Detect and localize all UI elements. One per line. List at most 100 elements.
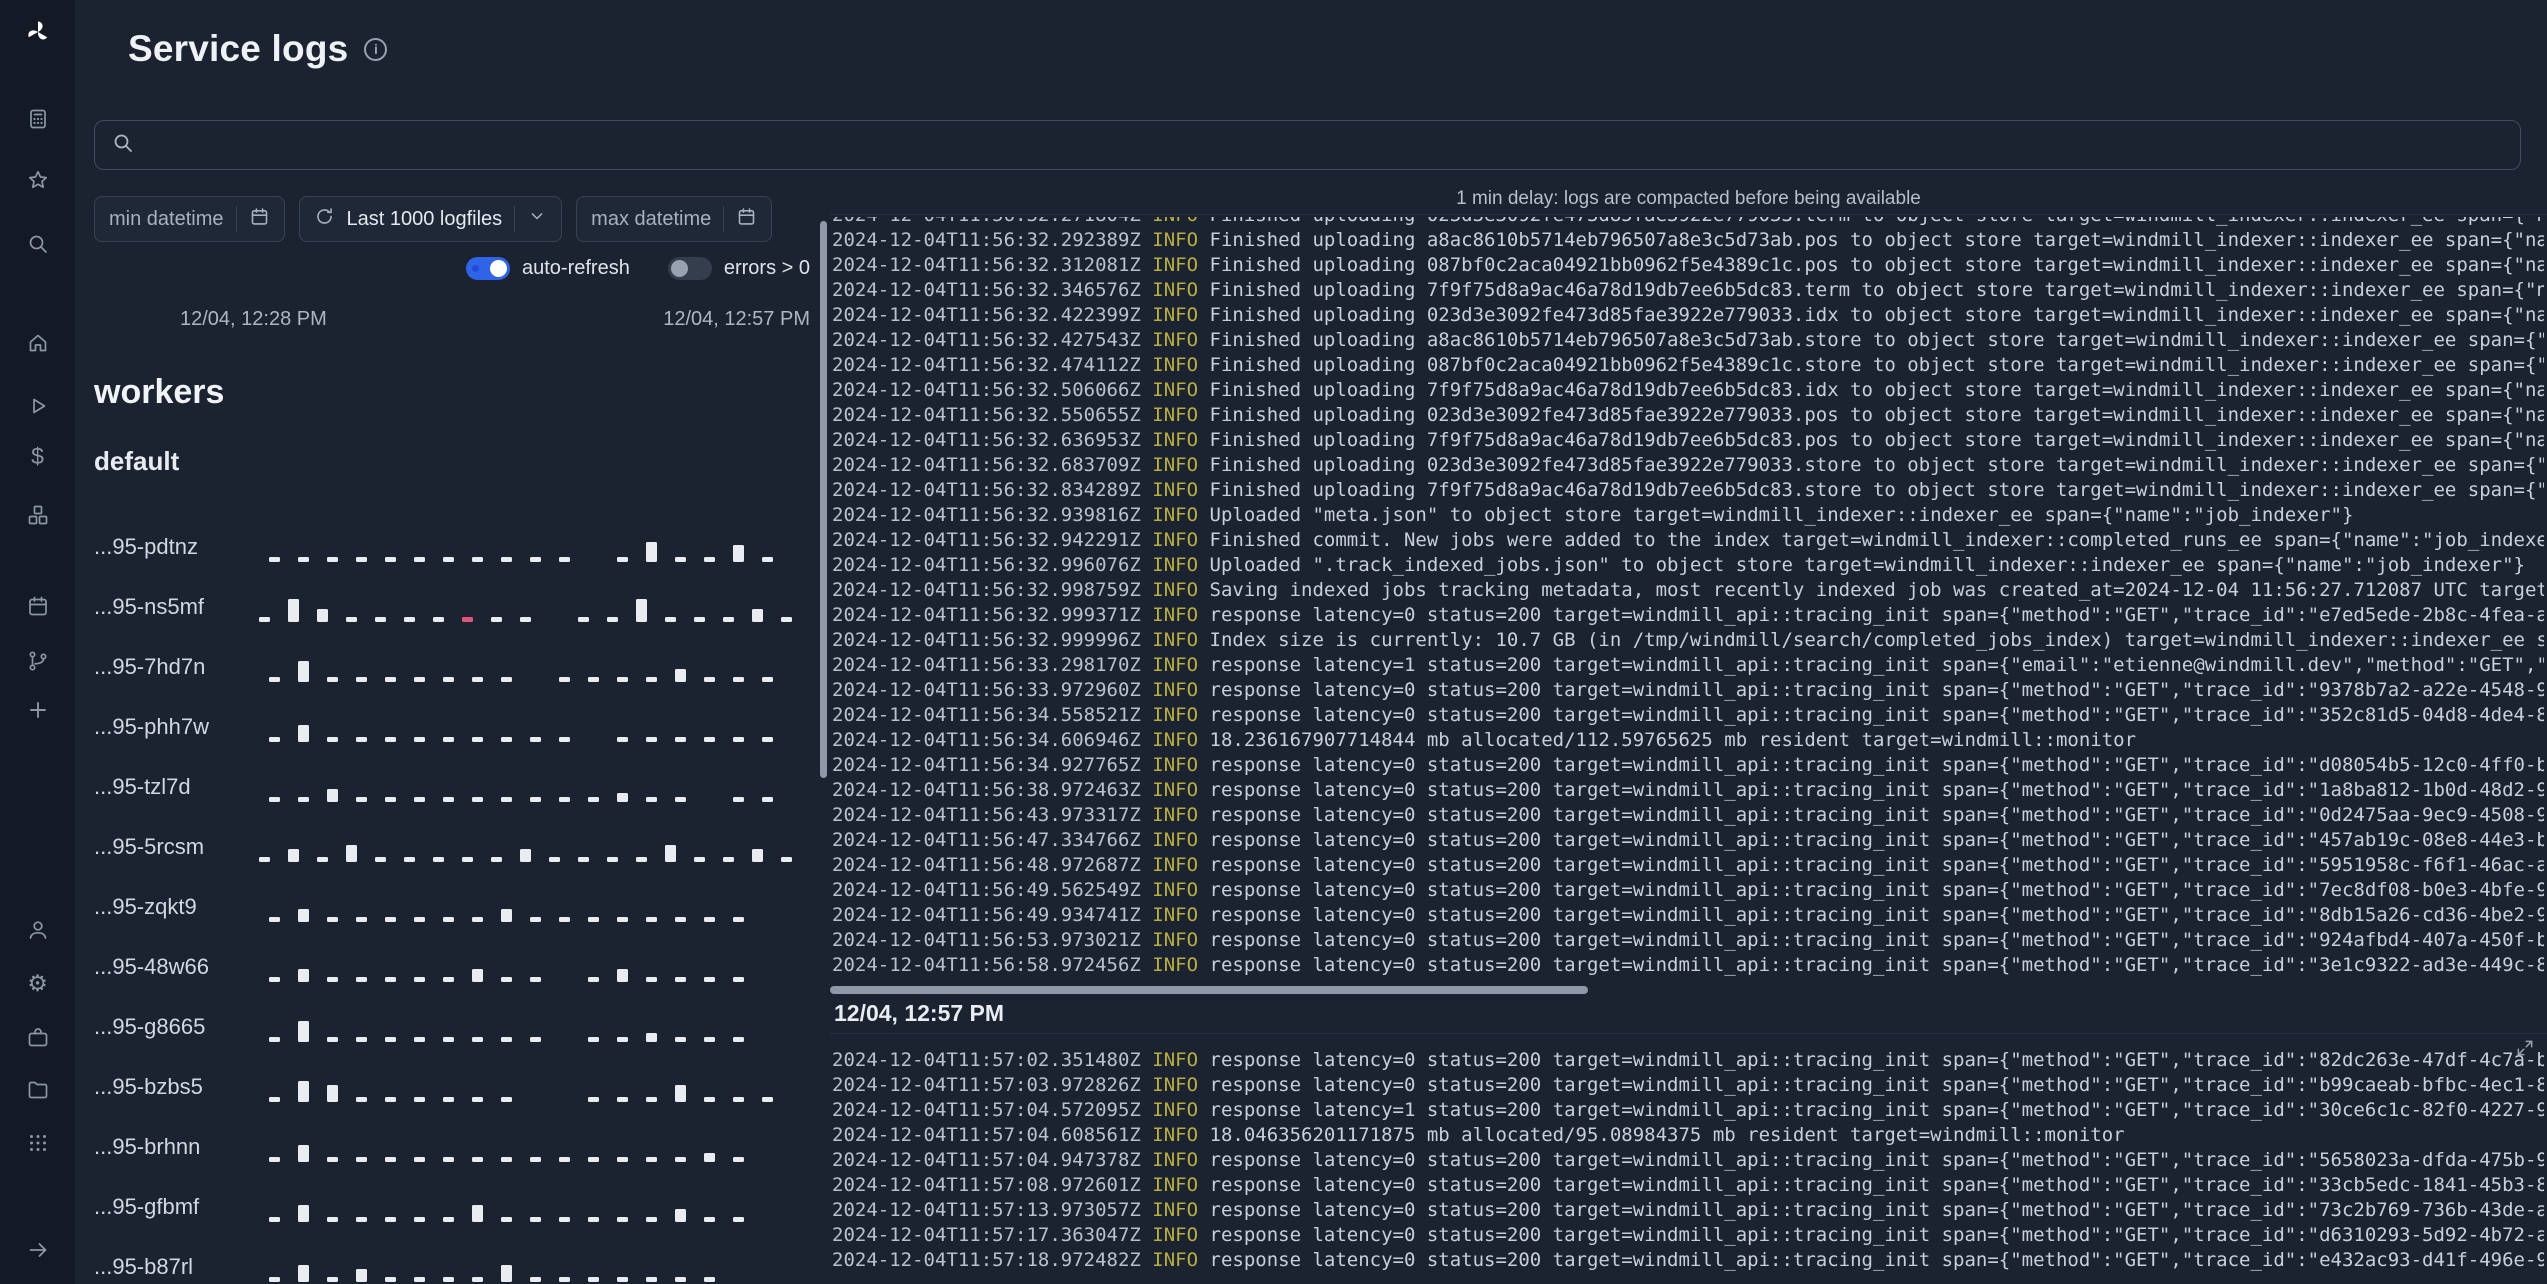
log-line: 2024-12-04T11:56:32.683709Z INFO Finishe… xyxy=(832,454,2544,476)
worker-group-name: default xyxy=(94,446,180,476)
worker-name: ...95-5rcsm xyxy=(94,834,205,859)
log-line: 2024-12-04T11:56:58.972456Z INFO respons… xyxy=(832,954,2544,976)
gear-icon[interactable]: ⚙ xyxy=(20,965,56,1001)
time-range-row: 12/04, 12:28 PM 12/04, 12:57 PM xyxy=(94,308,810,331)
log-line: 2024-12-04T11:57:18.972482Z INFO respons… xyxy=(832,1249,2544,1271)
worker-row[interactable]: ...95-tzl7d xyxy=(94,757,810,817)
worker-row[interactable]: ...95-7hd7n xyxy=(94,637,810,697)
workers-pane: min datetime Last 1000 logfiles max date… xyxy=(94,196,810,1284)
worker-row[interactable]: ...95-b87rl xyxy=(94,1237,810,1284)
divider xyxy=(830,214,2547,215)
logfiles-select[interactable]: Last 1000 logfiles xyxy=(298,196,563,242)
log-line: 2024-12-04T11:56:49.934741Z INFO respons… xyxy=(832,904,2544,926)
worker-name: ...95-pdtnz xyxy=(94,534,198,559)
briefcase-icon[interactable] xyxy=(20,1020,56,1056)
log-line: 2024-12-04T11:56:38.972463Z INFO respons… xyxy=(832,779,2544,801)
user-icon[interactable] xyxy=(20,912,56,948)
packages-icon[interactable] xyxy=(20,497,56,533)
log-line: 2024-12-04T11:56:32.312081Z INFO Finishe… xyxy=(832,254,2544,276)
worker-row[interactable]: ...95-5rcsm xyxy=(94,817,810,877)
log-line: 2024-12-04T11:57:03.972826Z INFO respons… xyxy=(832,1074,2544,1096)
worker-sparkline xyxy=(269,1012,762,1042)
workers-heading: workers xyxy=(94,373,225,411)
branch-icon[interactable] xyxy=(20,643,56,679)
star-icon[interactable] xyxy=(20,162,56,198)
service-logs-page: $ ⚙ Service logs i min datetime Last 100… xyxy=(0,0,2547,1284)
worker-row[interactable]: ...95-gfbmf xyxy=(94,1177,810,1237)
sidebar: $ ⚙ xyxy=(0,0,75,1284)
log-line: 2024-12-04T11:56:33.298170Z INFO respons… xyxy=(832,654,2544,676)
auto-refresh-toggle[interactable] xyxy=(466,256,510,280)
min-datetime-picker[interactable]: min datetime xyxy=(94,196,285,242)
worker-name: ...95-ns5mf xyxy=(94,594,205,619)
log-section: 2024-12-04T11:57:02.351480Z INFO respons… xyxy=(832,1048,2544,1284)
folder-icon[interactable] xyxy=(20,1072,56,1108)
log-line: 2024-12-04T11:56:53.973021Z INFO respons… xyxy=(832,929,2544,951)
worker-sparkline xyxy=(269,892,762,922)
calculator-icon[interactable] xyxy=(20,101,56,137)
max-datetime-label: max datetime xyxy=(591,207,712,230)
log-line: 2024-12-04T11:57:04.608561Z INFO 18.0463… xyxy=(832,1124,2125,1146)
log-line: 2024-12-04T11:56:47.334766Z INFO respons… xyxy=(832,829,2544,851)
worker-sparkline xyxy=(259,592,810,622)
log-scrollbar-vertical[interactable] xyxy=(820,221,827,778)
worker-row[interactable]: ...95-g8665 xyxy=(94,997,810,1057)
errors-toggle[interactable] xyxy=(667,256,712,280)
worker-row[interactable]: ...95-zqkt9 xyxy=(94,877,810,937)
home-icon[interactable] xyxy=(20,325,56,361)
log-delay-notice: 1 min delay: logs are compacted before b… xyxy=(1456,188,1921,209)
divider xyxy=(723,206,725,232)
log-line: 2024-12-04T11:57:02.351480Z INFO respons… xyxy=(832,1049,2544,1071)
plus-icon[interactable] xyxy=(20,692,56,728)
worker-row[interactable]: ...95-brhnn xyxy=(94,1117,810,1177)
log-line: 2024-12-04T11:56:32.427543Z INFO Finishe… xyxy=(832,329,2544,351)
log-line: 2024-12-04T11:56:33.972960Z INFO respons… xyxy=(832,679,2544,701)
worker-name: ...95-bzbs5 xyxy=(94,1074,203,1099)
worker-name: ...95-tzl7d xyxy=(94,774,191,799)
log-line: 2024-12-04T11:57:17.363047Z INFO respons… xyxy=(832,1224,2544,1246)
log-line: 2024-12-04T11:56:32.292389Z INFO Finishe… xyxy=(832,229,2544,251)
info-icon[interactable]: i xyxy=(364,37,388,61)
log-scrollbar-horizontal[interactable] xyxy=(830,986,1588,994)
log-line: 2024-12-04T11:57:04.572095Z INFO respons… xyxy=(832,1099,2544,1121)
max-datetime-picker[interactable]: max datetime xyxy=(576,196,773,242)
worker-row[interactable]: ...95-phh7w xyxy=(94,697,810,757)
log-line: 2024-12-04T11:57:04.947378Z INFO respons… xyxy=(832,1149,2544,1171)
arrow-right-icon[interactable] xyxy=(20,1232,56,1268)
log-line: 2024-12-04T11:56:32.834289Z INFO Finishe… xyxy=(832,479,2544,501)
log-line: 2024-12-04T11:56:32.422399Z INFO Finishe… xyxy=(832,304,2544,326)
play-icon[interactable] xyxy=(20,388,56,424)
errors-label: errors > 0 xyxy=(723,256,810,279)
worker-name: ...95-7hd7n xyxy=(94,654,206,679)
worker-sparkline xyxy=(269,532,791,562)
worker-sparkline xyxy=(269,952,762,982)
log-line: 2024-12-04T11:56:32.999371Z INFO respons… xyxy=(832,604,2544,626)
worker-name: ...95-48w66 xyxy=(94,954,209,979)
worker-row[interactable]: ...95-48w66 xyxy=(94,937,810,997)
log-line: 2024-12-04T11:57:08.972601Z INFO respons… xyxy=(832,1174,2544,1196)
chevron-down-icon xyxy=(527,206,547,232)
worker-sparkline xyxy=(269,652,791,682)
worker-name: ...95-g8665 xyxy=(94,1014,206,1039)
search-bar xyxy=(94,120,2521,170)
worker-row[interactable]: ...95-bzbs5 xyxy=(94,1057,810,1117)
calendar-icon[interactable] xyxy=(20,588,56,624)
worker-sparkline xyxy=(269,772,791,802)
dollar-icon[interactable]: $ xyxy=(20,438,56,474)
windmill-logo[interactable] xyxy=(20,14,56,50)
worker-row[interactable]: ...95-pdtnz xyxy=(94,517,810,577)
divider xyxy=(514,206,516,232)
log-line: 2024-12-04T11:56:32.939816Z INFO Uploade… xyxy=(832,504,2354,526)
worker-sparkline xyxy=(269,1132,762,1162)
log-line: 2024-12-04T11:56:32.550655Z INFO Finishe… xyxy=(832,404,2544,426)
search-icon[interactable] xyxy=(20,226,56,262)
auto-refresh-label: auto-refresh xyxy=(522,256,630,279)
grid-icon[interactable] xyxy=(20,1125,56,1161)
log-line: 2024-12-04T11:56:32.942291Z INFO Finishe… xyxy=(832,529,2544,551)
log-line: 2024-12-04T11:56:32.996076Z INFO Uploade… xyxy=(832,554,2525,576)
worker-name: ...95-gfbmf xyxy=(94,1194,200,1219)
log-section: 2024-12-04T11:56:32.271804Z INFO Finishe… xyxy=(832,217,2544,979)
header: Service logs i xyxy=(128,28,388,70)
search-input[interactable] xyxy=(147,133,2504,157)
worker-row[interactable]: ...95-ns5mf xyxy=(94,577,810,637)
